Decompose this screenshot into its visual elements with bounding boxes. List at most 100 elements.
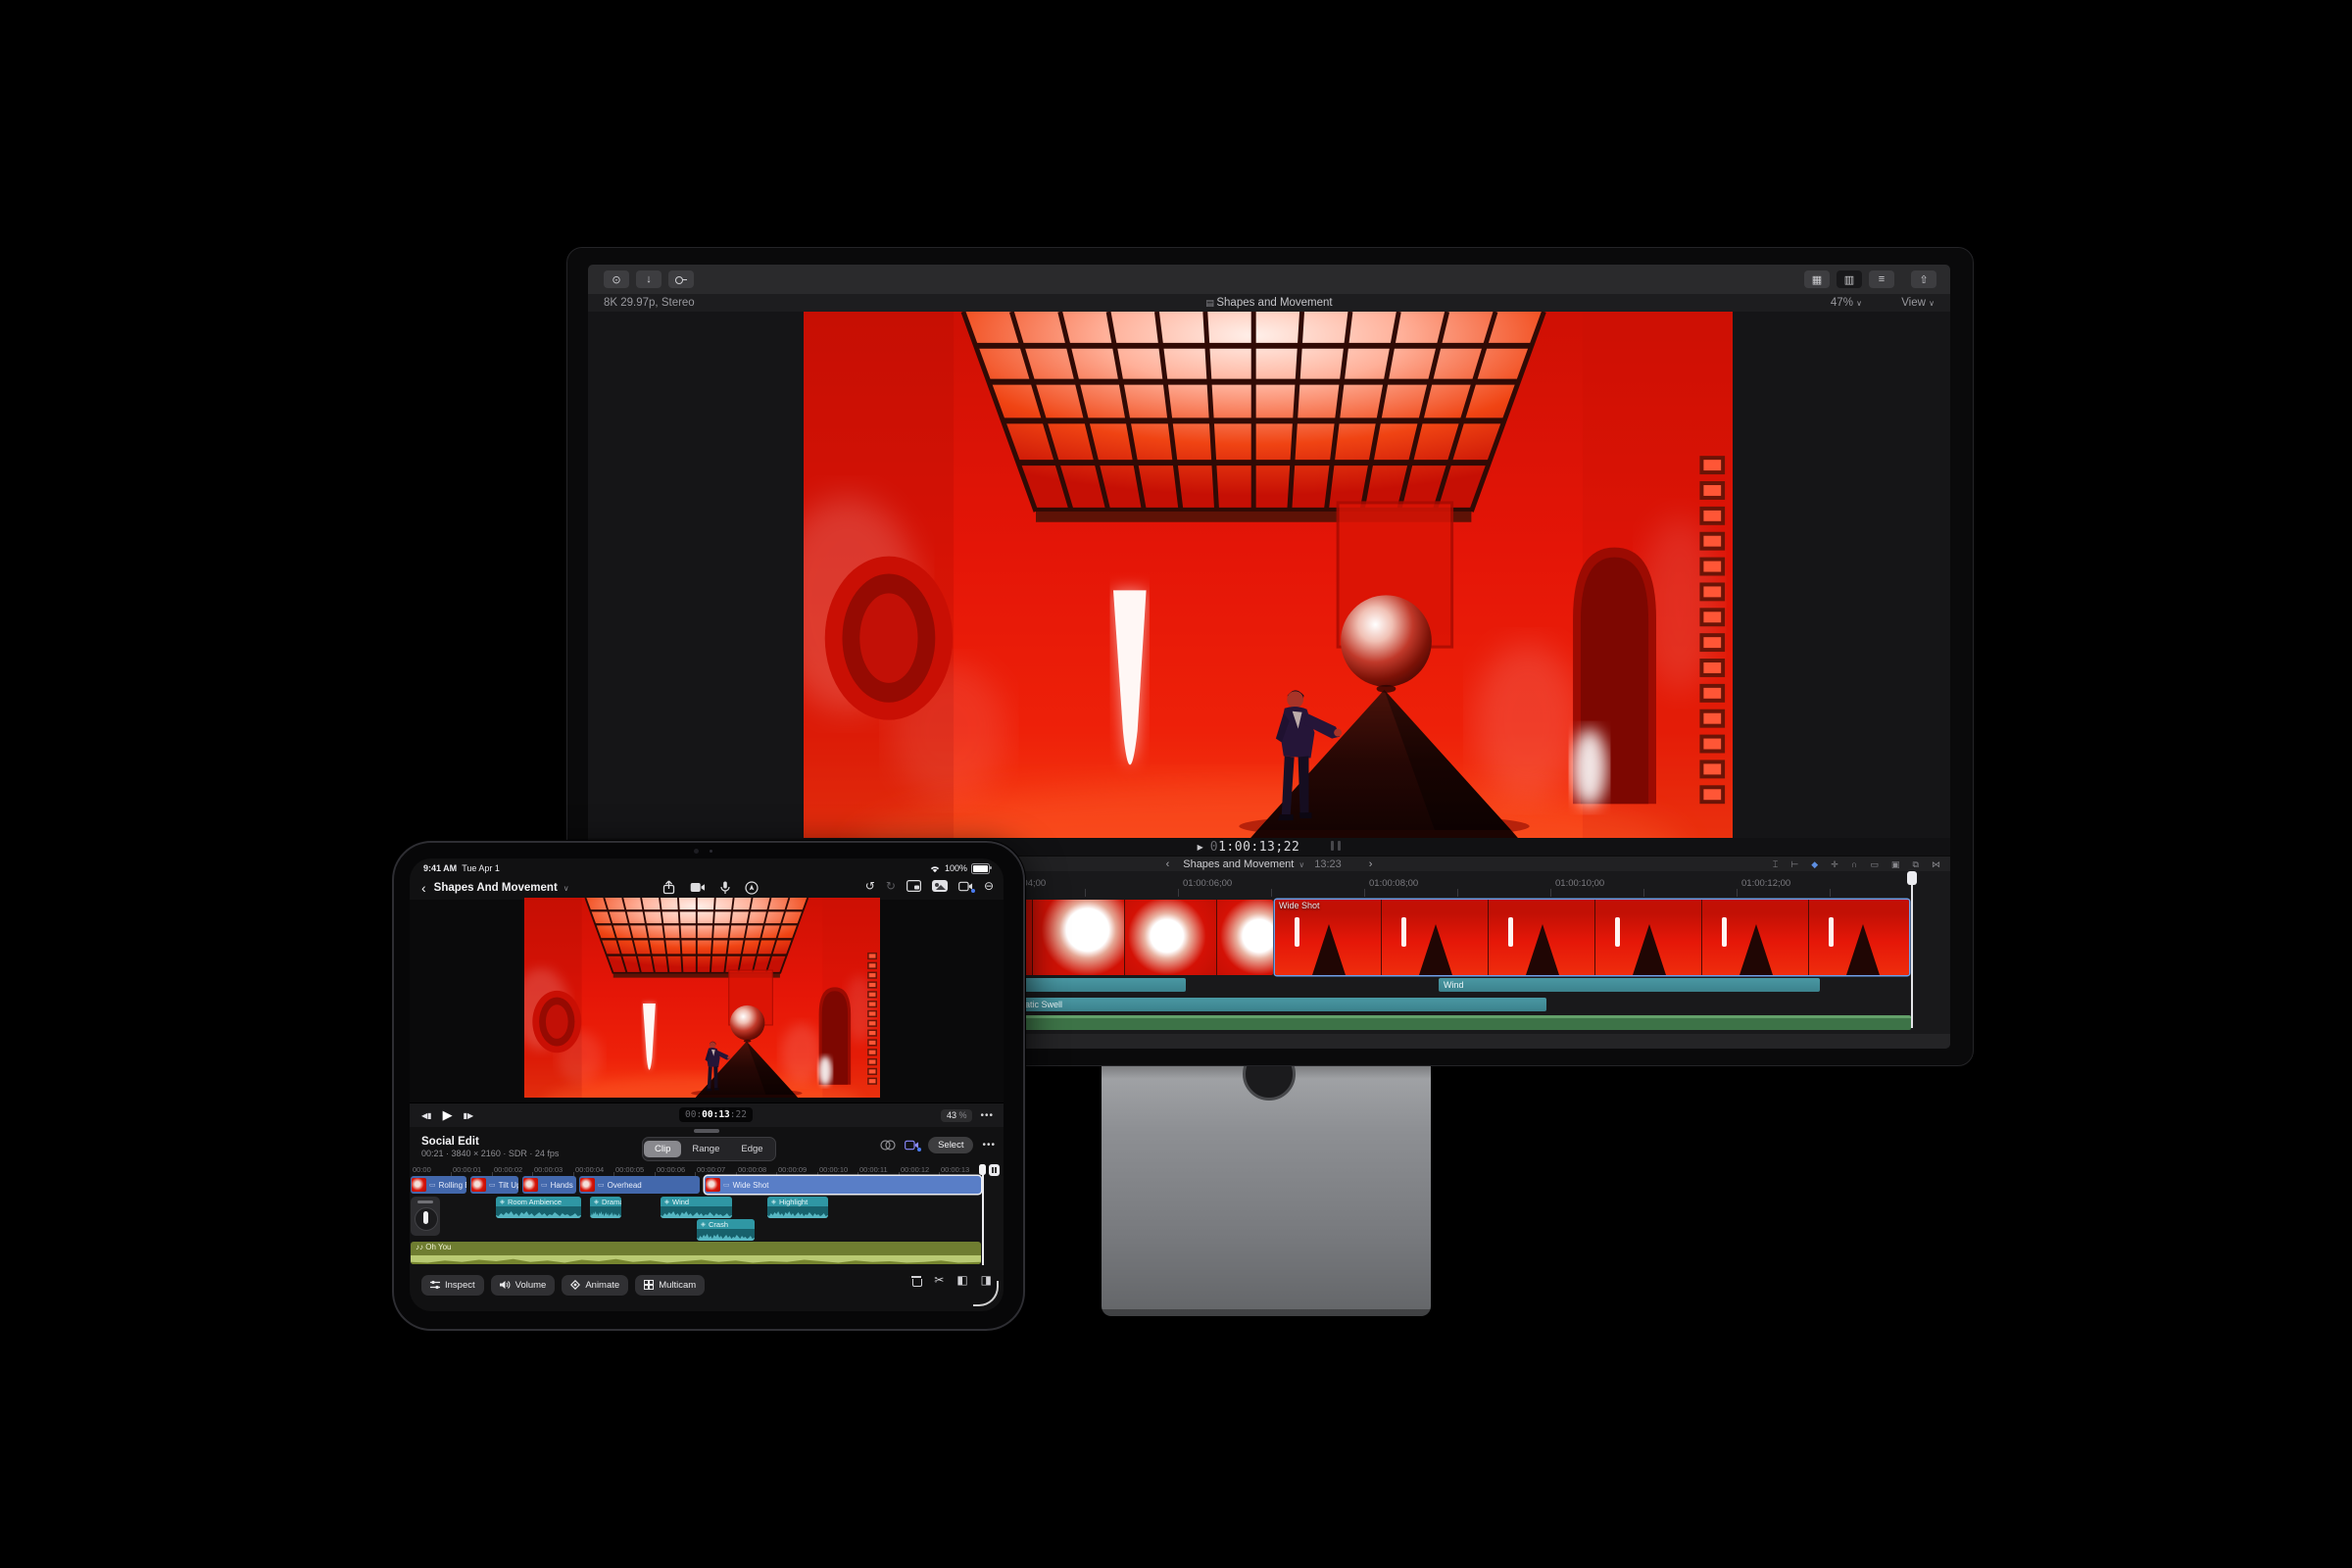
animate-button[interactable]: Animate (562, 1275, 628, 1296)
mode-range[interactable]: Range (681, 1141, 730, 1157)
video-clip[interactable]: ▭Rolling Ball (411, 1176, 466, 1194)
snapping-icon[interactable]: ▭ (1870, 859, 1879, 869)
audio-clip[interactable]: Dramatic Swell (941, 998, 1546, 1011)
duplicate-icon[interactable]: ⧉ (1913, 859, 1919, 869)
play-button[interactable]: ▶ (1198, 843, 1203, 852)
playhead[interactable] (1911, 871, 1913, 1028)
marker-icon[interactable]: ▣ (1891, 859, 1900, 869)
trim-icon[interactable]: ⊢ (1790, 859, 1798, 869)
skip-forward-icon[interactable]: ▮▶ (464, 1111, 474, 1120)
multicam-button[interactable]: Multicam (635, 1275, 705, 1296)
index-icon[interactable]: ⌶ (1773, 859, 1778, 869)
ruler-label: 00:00:08 (738, 1165, 766, 1174)
camera-preview-icon[interactable] (958, 881, 973, 892)
music-clip[interactable]: ♪♪ Oh You (411, 1242, 981, 1264)
clip-label: Room Ambience (508, 1198, 562, 1206)
media-browser-icon[interactable] (932, 880, 948, 892)
project-title[interactable]: Shapes And Movement (434, 882, 558, 894)
back-button[interactable]: ‹ (421, 880, 426, 896)
clip-label: Highlight (779, 1198, 808, 1206)
video-clip-selected[interactable]: Wide Shot (1275, 900, 1909, 975)
audio-clip[interactable]: Wind (1439, 978, 1820, 992)
pointer-icon[interactable] (745, 881, 759, 895)
insert-left-icon[interactable]: ◧ (956, 1274, 967, 1286)
video-clip[interactable]: ▭Tilt Up (470, 1176, 518, 1194)
clip-label: Drama… (602, 1198, 621, 1206)
more-icon[interactable]: ⊖ (984, 880, 994, 892)
audio-clip[interactable]: ◈Highlight (767, 1197, 828, 1218)
skimming-icon[interactable]: ◆ (1811, 859, 1818, 869)
audio-clip[interactable]: ◈Wind (661, 1197, 732, 1218)
battery-percent: 100% (945, 863, 967, 873)
skip-back-icon[interactable]: ◀▮ (421, 1111, 432, 1120)
share-icon[interactable]: ⇧ (1911, 270, 1936, 288)
timeline-tool-icons: ⌶ ⊢ ◆ ✛ ∩ ▭ ▣ ⧉ ⋈ (1763, 858, 1940, 870)
clip-label: Hands (551, 1181, 573, 1190)
ruler-label: 01:00:06;00 (1183, 878, 1232, 889)
viewer-video[interactable] (804, 312, 1733, 838)
camera-icon[interactable] (690, 882, 706, 893)
viewer-title: Shapes and Movement (1216, 297, 1332, 309)
mic-icon[interactable] (720, 881, 730, 895)
redo-icon[interactable]: ↻ (886, 880, 896, 892)
play-button[interactable]: ▶ (443, 1107, 453, 1123)
audio-clip[interactable]: ◈Drama… (590, 1197, 621, 1218)
audio-clip[interactable]: ◈Room Ambience (496, 1197, 581, 1218)
right-icons: ↺ ↻ ⊖ (865, 880, 994, 892)
volume-button[interactable]: Volume (491, 1275, 556, 1296)
filmstrip-icon[interactable]: ▥ (1837, 270, 1862, 288)
track-header-dial[interactable] (411, 1197, 440, 1236)
ipad-video[interactable] (524, 898, 880, 1098)
solo-icon[interactable]: ∩ (1851, 859, 1857, 869)
position-icon[interactable]: ✛ (1831, 859, 1838, 869)
transition-icon[interactable]: ⋈ (1932, 859, 1940, 869)
inspect-button[interactable]: Inspect (421, 1275, 484, 1296)
ruler-label: 00:00:12 (901, 1165, 929, 1174)
viewer-view-menu[interactable]: View ∨ (1901, 297, 1935, 309)
ruler-label: 01:00:10;00 (1555, 878, 1604, 889)
browser-icon[interactable]: ▦ (1804, 270, 1830, 288)
drag-handle[interactable] (694, 1129, 719, 1133)
inspector-icon[interactable]: ≡ (1869, 270, 1894, 288)
more-icon[interactable]: ••• (980, 1110, 994, 1121)
trash-icon[interactable] (911, 1274, 921, 1286)
playhead[interactable] (982, 1164, 984, 1265)
viewer-zoom-menu[interactable]: 47% ∨ (1831, 297, 1862, 309)
video-clip-selected[interactable]: ▭Wide Shot (705, 1176, 981, 1194)
ruler-label: 00:00:06 (657, 1165, 685, 1174)
ipad-timeline[interactable]: ▭Rolling Ball ▭Tilt Up ▭Hands ▭Overhead … (410, 1176, 1004, 1270)
video-clip[interactable]: ▭Overhead (579, 1176, 700, 1194)
ruler-label: 01:00:08;00 (1369, 878, 1418, 889)
status-right: 100% (929, 863, 990, 874)
timeline-project-title[interactable]: Shapes and Movement (1183, 858, 1294, 870)
timecode-display: 01:00:13;22 (1210, 840, 1300, 855)
timeline-forward-button[interactable]: › (1369, 858, 1373, 870)
ruler-label: 00:00:07 (697, 1165, 725, 1174)
clock-icon[interactable]: ⊙ (604, 270, 629, 288)
download-icon[interactable]: ↓ (636, 270, 662, 288)
scissors-icon[interactable]: ✂ (934, 1274, 944, 1286)
music-clip[interactable] (941, 1015, 1911, 1030)
audio-meters[interactable] (1327, 838, 1341, 856)
audio-clip[interactable]: ◈Crash (697, 1219, 755, 1241)
dual-window-icon[interactable] (906, 880, 921, 892)
ruler-label: 00:00:13 (941, 1165, 969, 1174)
jog-wheel-icon[interactable] (880, 1139, 896, 1152)
pause-indicator (989, 1164, 1000, 1176)
timeline-back-button[interactable]: ‹ (1166, 858, 1170, 870)
more-icon[interactable]: ••• (982, 1140, 996, 1151)
battery-icon (971, 863, 990, 874)
mode-clip[interactable]: Clip (644, 1141, 681, 1157)
timecode-display: 00:00:13:22 (679, 1107, 753, 1122)
share-icon[interactable] (662, 880, 675, 895)
ipad-toolbar: Inspect Volume Animate Multicam ✂ (410, 1271, 1004, 1298)
key-icon[interactable] (668, 270, 694, 288)
ruler-label: 00:00 (413, 1165, 431, 1174)
zoom-control[interactable]: 43 % (941, 1109, 973, 1122)
mode-edge[interactable]: Edge (730, 1141, 773, 1157)
multicam-angle-icon[interactable] (905, 1140, 919, 1151)
select-button[interactable]: Select (928, 1137, 973, 1153)
video-clip[interactable]: ▭Hands (522, 1176, 576, 1194)
chevron-down-icon[interactable]: ∨ (564, 884, 569, 893)
undo-icon[interactable]: ↺ (865, 880, 875, 892)
